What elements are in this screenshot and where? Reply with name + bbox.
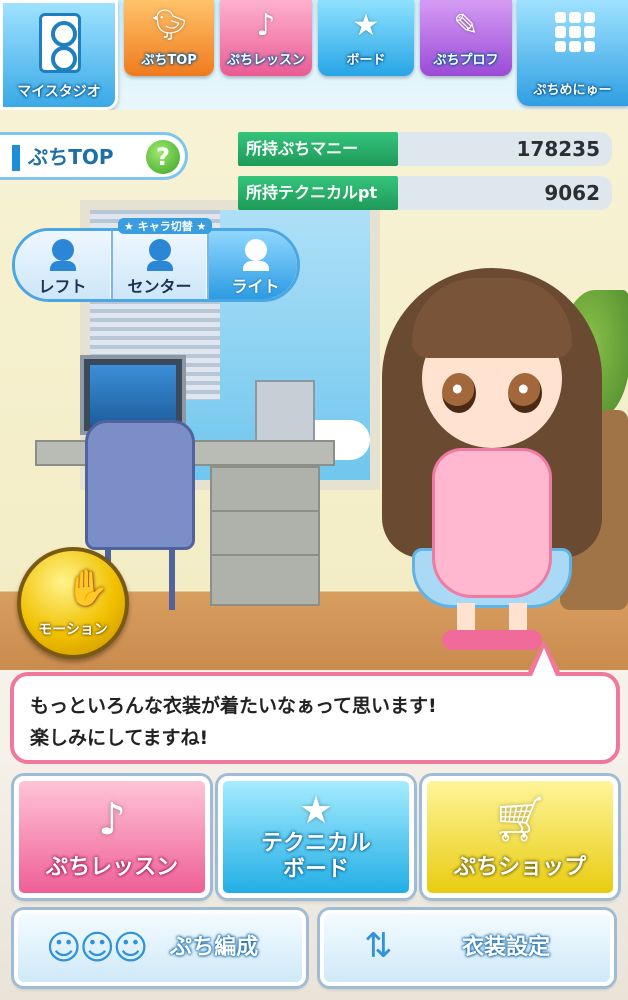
music-note-icon: ♪ <box>97 794 127 845</box>
person-icon <box>148 239 171 261</box>
switch-label: センター <box>127 277 192 296</box>
switch-label: レフト <box>38 277 87 296</box>
dialogue-bubble[interactable]: もっといろんな衣装が着たいなぁって思います! 楽しみにしてますね! <box>10 672 620 764</box>
tab-puchi-top[interactable]: 🐤︎ ぷちTOP <box>124 0 214 76</box>
character-apron <box>432 448 552 598</box>
page-title: ぷちTOP <box>28 145 114 169</box>
waving-person-icon: ✋ <box>65 568 110 609</box>
profile-note-icon: ✎ <box>453 8 479 43</box>
tab-my-studio[interactable]: マイスタジオ <box>0 0 118 110</box>
motion-label: モーション <box>38 622 108 638</box>
costume-settings-button[interactable]: ⇅ 衣装設定 <box>320 910 614 986</box>
help-button[interactable]: ? <box>144 138 182 176</box>
puchi-character[interactable] <box>372 258 612 664</box>
tab-my-studio-label: マイスタジオ <box>17 84 101 100</box>
puchi-formation-label: ぷち編成 <box>170 935 259 960</box>
puchi-shop-label: ぷちショップ <box>453 855 587 880</box>
stat-label: 所持ぷちマニー <box>238 132 398 166</box>
speaker-icon <box>39 13 81 73</box>
dress-swap-icon: ⇅ <box>364 926 393 966</box>
tab-puchi-profile-label: ぷちプロフ <box>433 53 499 68</box>
dialogue-line: もっといろんな衣装が着たいなぁって思います! <box>30 695 437 717</box>
group-faces-icon: ☺☺☺ <box>46 928 148 968</box>
desk-drawers <box>210 466 320 606</box>
office-chair <box>85 420 195 550</box>
tab-puchi-profile[interactable]: ✎ ぷちプロフ <box>420 0 512 76</box>
music-note-icon: ♪ <box>256 8 276 43</box>
bird-icon: 🐤︎ <box>149 8 189 43</box>
technical-board-label-line2: ボード <box>282 857 349 882</box>
technical-board-label: テクニカル ボード <box>223 831 409 883</box>
tab-puchi-lesson[interactable]: ♪ ぷちレッスン <box>220 0 312 76</box>
person-icon <box>51 239 74 261</box>
costume-settings-label: 衣装設定 <box>462 935 551 960</box>
person-body <box>49 261 76 271</box>
technical-board-button[interactable]: ★ テクニカル ボード <box>218 776 414 898</box>
person-body <box>242 261 269 271</box>
person-body <box>146 261 173 271</box>
character-eye <box>508 373 542 413</box>
puchi-lesson-label: ぷちレッスン <box>45 855 179 880</box>
top-nav: マイスタジオ 🐤︎ ぷちTOP ♪ ぷちレッスン ★ ボード ✎ ぷちプロフ ぷ… <box>0 0 628 110</box>
chara-switch-title: ★ キャラ切替 ★ <box>118 218 213 234</box>
stat-value: 9062 <box>398 176 612 210</box>
star-icon: ★ <box>352 8 380 43</box>
shopping-cart-icon: 🛒︎ <box>492 794 548 845</box>
puchi-shop-button[interactable]: 🛒︎ ぷちショップ <box>422 776 618 898</box>
motion-button[interactable]: ✋ モーション <box>17 547 129 659</box>
tab-puchi-menu[interactable]: ぷちめにゅー <box>517 0 628 106</box>
person-icon <box>244 239 267 261</box>
switch-center-button[interactable]: センター <box>111 231 206 299</box>
stat-technical-pt: 所持テクニカルpt 9062 <box>238 176 612 210</box>
tab-board-label: ボード <box>346 53 386 68</box>
stat-puchi-money: 所持ぷちマニー 178235 <box>238 132 612 166</box>
tab-board[interactable]: ★ ボード <box>318 0 414 76</box>
puchi-lesson-button[interactable]: ♪ ぷちレッスン <box>14 776 210 898</box>
title-bar-marker <box>12 145 20 171</box>
star-icon: ★ <box>298 788 334 832</box>
tab-puchi-top-label: ぷちTOP <box>141 53 197 68</box>
switch-label: ライト <box>231 277 280 296</box>
tab-puchi-lesson-label: ぷちレッスン <box>226 53 306 68</box>
dialogue-line: 楽しみにしてますね! <box>30 727 209 749</box>
tab-puchi-menu-label: ぷちめにゅー <box>533 83 612 98</box>
bubble-tail-inner <box>532 648 556 676</box>
puchi-formation-button[interactable]: ☺☺☺ ぷち編成 <box>14 910 306 986</box>
grid-menu-icon <box>555 12 595 52</box>
technical-board-label-line1: テクニカル <box>260 831 371 856</box>
chara-switch: レフト センター ライト <box>12 228 300 302</box>
stat-value: 178235 <box>398 132 612 166</box>
stat-label: 所持テクニカルpt <box>238 176 398 210</box>
switch-right-button[interactable]: ライト <box>207 231 297 299</box>
page-title-badge: ぷちTOP ? <box>0 132 188 180</box>
switch-left-button[interactable]: レフト <box>15 231 110 299</box>
character-eye <box>442 373 476 413</box>
